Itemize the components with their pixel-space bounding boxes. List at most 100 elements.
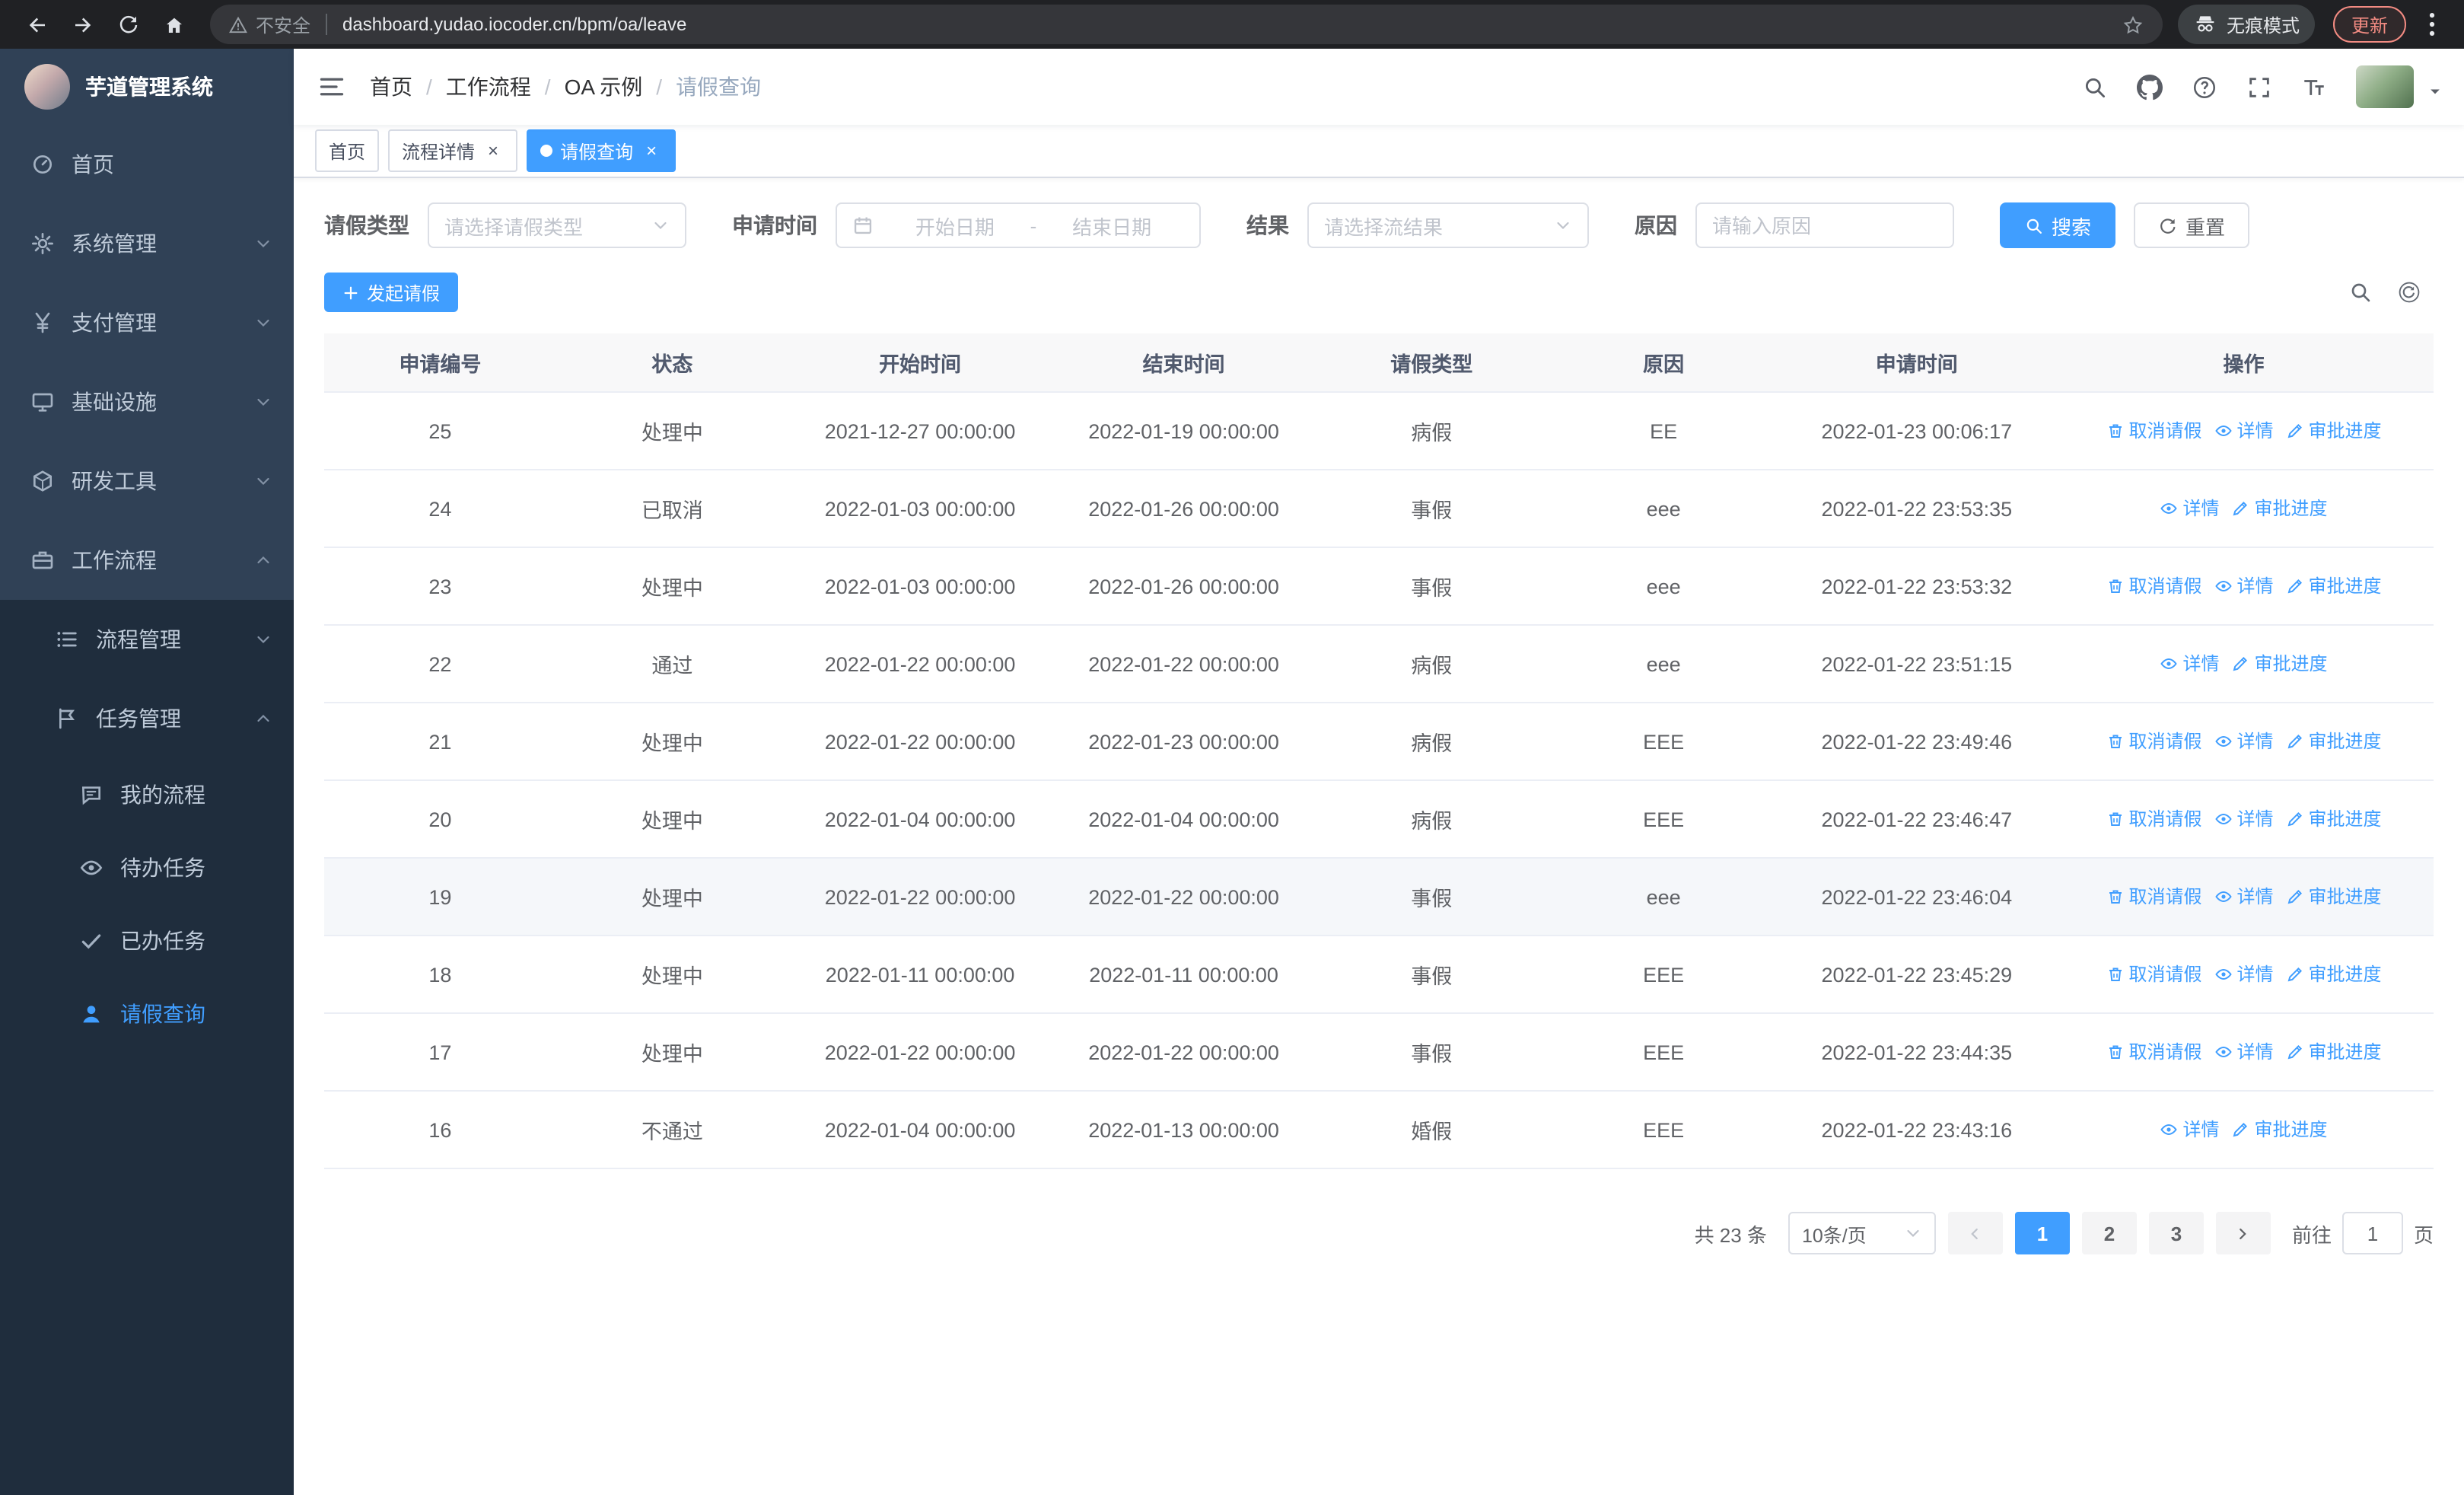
page-button-2[interactable]: 2 bbox=[2081, 1212, 2137, 1254]
detail-action-link[interactable]: 详情 bbox=[2214, 1039, 2274, 1065]
progress-action-link[interactable]: 审批进度 bbox=[2286, 728, 2382, 754]
cell-leave-type: 事假 bbox=[1315, 936, 1548, 1014]
sidebar-item-payment-mgmt[interactable]: 支付管理 bbox=[0, 283, 294, 362]
tab-leave-query[interactable]: 请假查询 × bbox=[527, 129, 676, 172]
page-size-select[interactable]: 10条/页 bbox=[1788, 1212, 1936, 1254]
progress-action-link[interactable]: 审批进度 bbox=[2286, 573, 2382, 599]
fullscreen-button[interactable] bbox=[2234, 62, 2283, 111]
cube-icon bbox=[30, 469, 55, 493]
close-icon[interactable]: × bbox=[482, 140, 504, 161]
sidebar-item-done-tasks[interactable]: 已办任务 bbox=[0, 904, 294, 977]
header-search-button[interactable] bbox=[2070, 62, 2119, 111]
sidebar-item-todo-tasks[interactable]: 待办任务 bbox=[0, 831, 294, 904]
progress-action-link[interactable]: 审批进度 bbox=[2286, 806, 2382, 832]
browser-update-button[interactable]: 更新 bbox=[2332, 6, 2406, 43]
page-button-1[interactable]: 1 bbox=[2014, 1212, 2070, 1254]
cancel-action-link[interactable]: 取消请假 bbox=[2106, 806, 2201, 832]
caret-down-icon[interactable] bbox=[2427, 84, 2443, 99]
progress-action-link[interactable]: 审批进度 bbox=[2286, 418, 2382, 444]
tab-process-detail[interactable]: 流程详情 × bbox=[388, 129, 518, 172]
cell-actions: 取消请假 详情 审批进度 bbox=[2053, 858, 2434, 936]
reason-input[interactable] bbox=[1695, 202, 1954, 248]
cancel-action-link[interactable]: 取消请假 bbox=[2106, 573, 2201, 599]
cell-status: 处理中 bbox=[556, 780, 788, 859]
github-link[interactable] bbox=[2125, 62, 2173, 111]
progress-action-link[interactable]: 审批进度 bbox=[2286, 961, 2382, 987]
create-leave-button[interactable]: 发起请假 bbox=[324, 273, 459, 312]
prev-page-button[interactable] bbox=[1947, 1212, 2003, 1254]
reset-button[interactable]: 重置 bbox=[2134, 202, 2250, 248]
refresh-table-icon[interactable] bbox=[2397, 280, 2421, 304]
filter-result: 结果 请选择流结果 bbox=[1246, 202, 1589, 248]
cancel-action-link[interactable]: 取消请假 bbox=[2106, 1039, 2201, 1065]
progress-action-link[interactable]: 审批进度 bbox=[2231, 1117, 2328, 1143]
detail-action-link[interactable]: 详情 bbox=[2160, 496, 2219, 521]
breadcrumb-oa-example[interactable]: OA 示例 bbox=[565, 72, 643, 102]
collapse-sidebar-button[interactable] bbox=[294, 49, 370, 125]
date-range-picker[interactable]: 开始日期 - 结束日期 bbox=[836, 202, 1201, 248]
tab-home[interactable]: 首页 bbox=[315, 129, 380, 172]
cancel-action-link[interactable]: 取消请假 bbox=[2106, 961, 2201, 987]
cancel-action-link[interactable]: 取消请假 bbox=[2106, 884, 2201, 910]
cell-actions: 详情 审批进度 bbox=[2053, 470, 2434, 548]
detail-action-link[interactable]: 详情 bbox=[2214, 806, 2274, 832]
edit-icon bbox=[2231, 1120, 2249, 1139]
next-page-button[interactable] bbox=[2215, 1212, 2271, 1254]
browser-reload-button[interactable] bbox=[107, 3, 149, 46]
detail-action-link[interactable]: 详情 bbox=[2214, 418, 2274, 444]
cell-start-time: 2022-01-04 00:00:00 bbox=[788, 1091, 1052, 1169]
detail-action-link[interactable]: 详情 bbox=[2160, 1117, 2219, 1143]
goto-page-input[interactable] bbox=[2341, 1212, 2403, 1254]
browser-home-button[interactable] bbox=[152, 3, 195, 46]
bookmark-star-icon[interactable] bbox=[2122, 13, 2144, 36]
detail-action-link[interactable]: 详情 bbox=[2214, 573, 2274, 599]
browser-forward-button[interactable] bbox=[61, 3, 103, 46]
progress-action-link[interactable]: 审批进度 bbox=[2286, 1039, 2382, 1065]
browser-back-button[interactable] bbox=[15, 3, 58, 46]
sidebar-item-task-mgmt[interactable]: 任务管理 bbox=[0, 679, 294, 758]
help-button[interactable] bbox=[2179, 62, 2228, 111]
sidebar-item-infrastructure[interactable]: 基础设施 bbox=[0, 362, 294, 441]
close-icon[interactable]: × bbox=[641, 140, 662, 161]
detail-action-link[interactable]: 详情 bbox=[2214, 961, 2274, 987]
trash-icon bbox=[2106, 1043, 2124, 1061]
cell-status: 通过 bbox=[556, 625, 788, 703]
breadcrumb-workflow[interactable]: 工作流程 bbox=[446, 72, 531, 102]
toggle-search-icon[interactable] bbox=[2348, 280, 2373, 304]
user-avatar[interactable] bbox=[2356, 65, 2414, 108]
page-button-3[interactable]: 3 bbox=[2148, 1212, 2204, 1254]
sidebar-item-leave-query[interactable]: 请假查询 bbox=[0, 977, 294, 1050]
cell-reason: eee bbox=[1547, 858, 1780, 936]
cancel-action-link[interactable]: 取消请假 bbox=[2106, 418, 2201, 444]
sidebar-item-system-mgmt[interactable]: 系统管理 bbox=[0, 204, 294, 283]
sidebar-item-my-processes[interactable]: 我的流程 bbox=[0, 758, 294, 831]
screen: 不安全 dashboard.yudao.iocoder.cn/bpm/oa/le… bbox=[0, 0, 2464, 1495]
fullscreen-icon bbox=[2246, 74, 2271, 100]
sidebar-item-workflow[interactable]: 工作流程 bbox=[0, 521, 294, 600]
security-chip[interactable]: 不安全 bbox=[228, 11, 310, 37]
breadcrumb-separator: / bbox=[656, 75, 663, 99]
progress-action-link[interactable]: 审批进度 bbox=[2231, 651, 2328, 677]
progress-action-link[interactable]: 审批进度 bbox=[2231, 496, 2328, 521]
cell-status: 处理中 bbox=[556, 1013, 788, 1092]
chevron-down-icon bbox=[254, 314, 272, 332]
sidebar-item-dev-tools[interactable]: 研发工具 bbox=[0, 441, 294, 521]
progress-action-link[interactable]: 审批进度 bbox=[2286, 884, 2382, 910]
sidebar-item-process-mgmt[interactable]: 流程管理 bbox=[0, 600, 294, 679]
detail-action-link[interactable]: 详情 bbox=[2160, 651, 2219, 677]
chevron-down-icon bbox=[254, 472, 272, 490]
sidebar-item-label: 基础设施 bbox=[72, 390, 157, 414]
detail-action-link[interactable]: 详情 bbox=[2214, 884, 2274, 910]
detail-action-link[interactable]: 详情 bbox=[2214, 728, 2274, 754]
leave-type-select[interactable]: 请选择请假类型 bbox=[428, 202, 686, 248]
table-toolbar-icons bbox=[2348, 280, 2434, 304]
breadcrumb-home[interactable]: 首页 bbox=[370, 72, 412, 102]
sidebar-item-home[interactable]: 首页 bbox=[0, 125, 294, 204]
cancel-action-link[interactable]: 取消请假 bbox=[2106, 728, 2201, 754]
browser-menu-button[interactable] bbox=[2415, 6, 2449, 43]
search-button[interactable]: 搜索 bbox=[2000, 202, 2116, 248]
font-size-button[interactable] bbox=[2289, 62, 2338, 111]
sidebar-menu: 首页 系统管理 支付管理 基础设施 研发工具 工作流程 流程管理 任务管理 我的… bbox=[0, 125, 294, 1050]
result-select[interactable]: 请选择流结果 bbox=[1307, 202, 1589, 248]
address-bar[interactable]: 不安全 dashboard.yudao.iocoder.cn/bpm/oa/le… bbox=[210, 5, 2163, 44]
